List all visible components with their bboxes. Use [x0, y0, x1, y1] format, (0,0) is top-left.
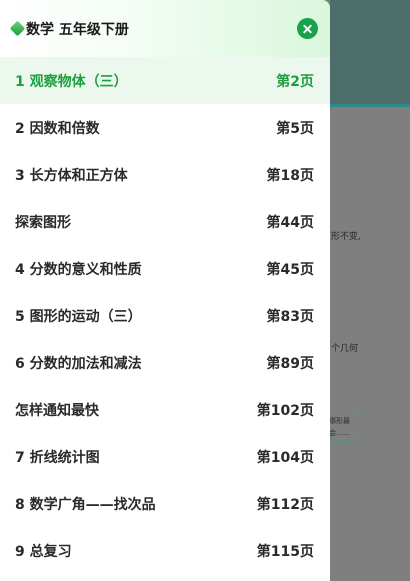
- toc-item-title: 怎样通知最快: [15, 403, 99, 419]
- background-bubble-line-2: 会……: [329, 429, 350, 437]
- toc-item[interactable]: 4 分数的意义和性质 第45页: [0, 245, 330, 292]
- toc-item-page: 第115页: [256, 544, 314, 560]
- background-text-2: 个几何: [331, 344, 359, 354]
- toc-item-active[interactable]: 1 观察物体（三） 第2页: [0, 57, 330, 104]
- toc-item-title: 4 分数的意义和性质: [15, 262, 142, 278]
- toc-item-page: 第18页: [266, 168, 314, 184]
- toc-item[interactable]: 3 长方体和正方体 第18页: [0, 151, 330, 198]
- toc-item[interactable]: 5 图形的运动（三） 第83页: [0, 292, 330, 339]
- toc-item-title: 9 总复习: [15, 544, 72, 560]
- toc-item-page: 第44页: [266, 215, 314, 231]
- toc-item-page: 第5页: [276, 121, 314, 137]
- close-icon[interactable]: [297, 18, 318, 39]
- toc-item-page: 第89页: [266, 356, 314, 372]
- toc-item[interactable]: 7 折线统计图 第104页: [0, 433, 330, 480]
- toc-item[interactable]: 8 数学广角——找次品 第112页: [0, 480, 330, 527]
- toc-item-title: 1 观察物体（三）: [15, 74, 128, 90]
- background-bubble-line-1: 哪形最: [329, 417, 350, 425]
- background-header-divider: [330, 104, 410, 107]
- toc-item-page: 第45页: [266, 262, 314, 278]
- toc-item[interactable]: 6 分数的加法和减法 第89页: [0, 339, 330, 386]
- toc-item-title: 3 长方体和正方体: [15, 168, 128, 184]
- background-text-1: 形不变,: [331, 232, 361, 242]
- toc-drawer: 数学 五年级下册 1 观察物体（三） 第2页 2 因数和倍数 第5页 3 长方体和正…: [0, 0, 330, 581]
- toc-item-page: 第2页: [276, 74, 314, 90]
- toc-item[interactable]: 探索图形 第44页: [0, 198, 330, 245]
- toc-item[interactable]: 怎样通知最快 第102页: [0, 386, 330, 433]
- book-title: 数学 五年级下册: [26, 22, 129, 38]
- toc-item-page: 第83页: [266, 309, 314, 325]
- toc-list: 1 观察物体（三） 第2页 2 因数和倍数 第5页 3 长方体和正方体 第18页 探索…: [0, 57, 330, 574]
- toc-item[interactable]: 9 总复习 第115页: [0, 527, 330, 574]
- toc-item-page: 第104页: [256, 450, 314, 466]
- drawer-header: 数学 五年级下册: [0, 0, 330, 57]
- toc-item-title: 探索图形: [15, 215, 71, 231]
- toc-item-page: 第102页: [256, 403, 314, 419]
- toc-item-title: 8 数学广角——找次品: [15, 497, 156, 513]
- toc-item[interactable]: 2 因数和倍数 第5页: [0, 104, 330, 151]
- toc-item-title: 6 分数的加法和减法: [15, 356, 142, 372]
- leaf-diamond-icon: [9, 20, 26, 37]
- background-header-band: [330, 0, 410, 106]
- toc-item-title: 5 图形的运动（三）: [15, 309, 142, 325]
- toc-item-title: 2 因数和倍数: [15, 121, 100, 137]
- toc-item-title: 7 折线统计图: [15, 450, 100, 466]
- toc-item-page: 第112页: [256, 497, 314, 513]
